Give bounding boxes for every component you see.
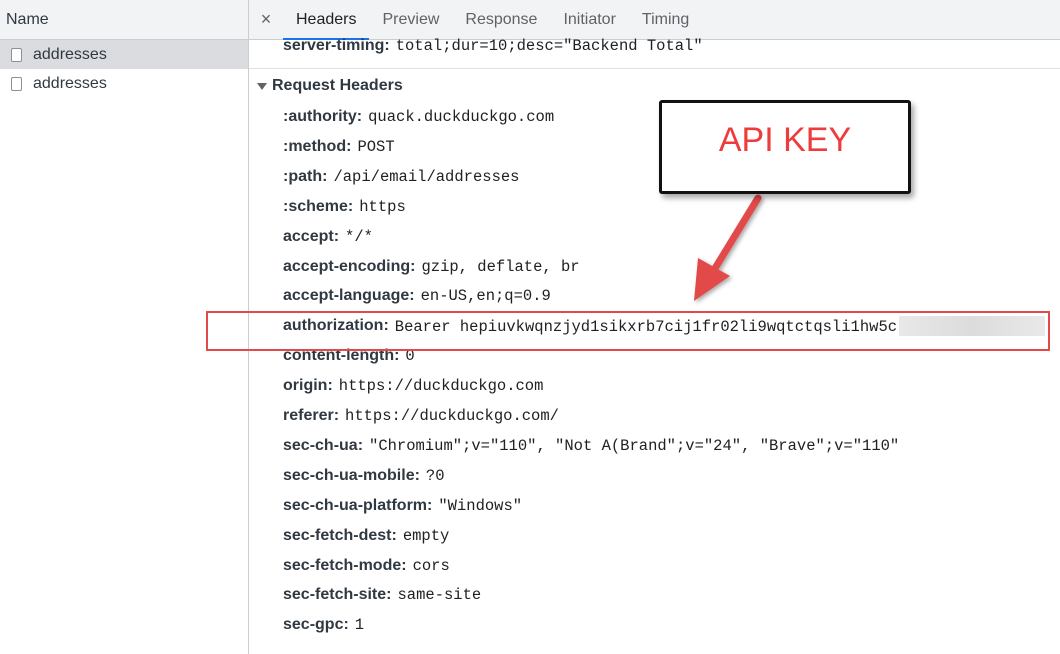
- document-icon: [11, 47, 22, 62]
- header-row: sec-ch-ua: "Chromium";v="110", "Not A(Bra…: [283, 436, 899, 456]
- section-title: Request Headers: [272, 77, 403, 94]
- tab-headers[interactable]: Headers: [283, 0, 370, 40]
- header-name: accept-language:: [283, 287, 415, 305]
- request-name: addresses: [33, 74, 107, 92]
- header-value[interactable]: https: [359, 198, 406, 216]
- header-value[interactable]: */*: [345, 228, 373, 246]
- name-column-header[interactable]: Name: [0, 0, 248, 40]
- header-row: :method: POST: [283, 137, 395, 157]
- section-divider: [249, 68, 1060, 69]
- header-name: content-length:: [283, 347, 400, 365]
- header-row: accept-encoding: gzip, deflate, br: [283, 257, 580, 277]
- document-icon: [11, 76, 22, 91]
- header-value[interactable]: 0: [405, 347, 414, 365]
- name-column-label: Name: [6, 10, 49, 28]
- header-name: accept-encoding:: [283, 257, 416, 275]
- header-value[interactable]: quack.duckduckgo.com: [368, 108, 554, 126]
- header-name: sec-ch-ua-platform:: [283, 496, 433, 514]
- redacted-blur: [899, 316, 1046, 337]
- header-value[interactable]: https://duckduckgo.com/: [345, 407, 559, 425]
- header-row: sec-fetch-dest: empty: [283, 526, 449, 546]
- details-tabbar: × Headers Preview Response Initiator Tim…: [249, 0, 1060, 40]
- callout-label: API KEY: [718, 120, 852, 159]
- header-row: sec-fetch-mode: cors: [283, 556, 450, 576]
- request-row[interactable]: addresses: [0, 69, 248, 98]
- header-row: origin: https://duckduckgo.com: [283, 376, 543, 396]
- header-name: sec-ch-ua:: [283, 436, 364, 454]
- header-value[interactable]: gzip, deflate, br: [421, 258, 579, 276]
- request-list-pane: Name addresses addresses: [0, 0, 249, 654]
- header-value[interactable]: ?0: [426, 467, 445, 485]
- header-name: origin:: [283, 377, 333, 395]
- triangle-down-icon: [257, 82, 267, 90]
- header-row: authorization: Bearer hepiuvkwqnzjyd1sikx…: [283, 316, 1046, 337]
- header-name: :path:: [283, 167, 328, 185]
- header-row: server-timing: total;dur=10;desc="Backend…: [283, 36, 703, 56]
- header-row: :authority: quack.duckduckgo.com: [283, 107, 554, 127]
- header-value[interactable]: 1: [355, 616, 364, 634]
- header-row: sec-ch-ua-platform: "Windows": [283, 496, 522, 516]
- header-row: accept-language: en-US,en;q=0.9: [283, 286, 551, 306]
- request-row[interactable]: addresses: [0, 40, 248, 69]
- tab-preview[interactable]: Preview: [369, 0, 452, 39]
- header-name: sec-fetch-dest:: [283, 526, 397, 544]
- tab-initiator[interactable]: Initiator: [550, 0, 628, 39]
- header-name: referer:: [283, 407, 340, 424]
- header-row: :scheme: https: [283, 197, 406, 217]
- request-name: addresses: [33, 45, 107, 63]
- header-name: sec-ch-ua-mobile:: [283, 466, 420, 484]
- request-details-pane: × Headers Preview Response Initiator Tim…: [249, 0, 1060, 654]
- header-row: sec-ch-ua-mobile: ?0: [283, 466, 445, 486]
- header-row: content-length: 0: [283, 346, 415, 366]
- header-name: sec-gpc:: [283, 616, 349, 634]
- header-row: sec-fetch-site: same-site: [283, 585, 481, 605]
- header-value[interactable]: "Chromium";v="110", "Not A(Brand";v="24"…: [369, 437, 899, 455]
- header-name: sec-fetch-site:: [283, 586, 392, 604]
- tab-timing[interactable]: Timing: [629, 0, 702, 39]
- header-value[interactable]: /api/email/addresses: [333, 168, 519, 186]
- header-row: :path: /api/email/addresses: [283, 167, 519, 187]
- header-value: total;dur=10;desc="Backend Total": [395, 37, 703, 55]
- header-value[interactable]: same-site: [397, 586, 481, 604]
- header-row: accept: */*: [283, 227, 373, 247]
- header-value[interactable]: Bearer hepiuvkwqnzjyd1sikxrb7cij1fr02li9…: [395, 318, 897, 336]
- header-name: :authority:: [283, 108, 363, 125]
- header-name: server-timing:: [283, 37, 390, 54]
- header-value[interactable]: en-US,en;q=0.9: [421, 287, 551, 305]
- header-row: referer: https://duckduckgo.com/: [283, 406, 559, 426]
- header-name: :scheme:: [283, 197, 354, 215]
- header-name: authorization:: [283, 317, 389, 335]
- header-name: accept:: [283, 227, 340, 245]
- api-key-callout: API KEY: [659, 100, 911, 194]
- close-icon[interactable]: ×: [249, 0, 283, 39]
- header-name: :method:: [283, 137, 352, 155]
- header-name: sec-fetch-mode:: [283, 556, 407, 574]
- tab-response[interactable]: Response: [452, 0, 550, 39]
- header-value[interactable]: empty: [403, 527, 450, 545]
- header-value[interactable]: "Windows": [438, 497, 522, 515]
- header-row: sec-gpc: 1: [283, 615, 364, 635]
- header-value[interactable]: cors: [413, 557, 450, 575]
- request-headers-toggle[interactable]: Request Headers: [257, 77, 403, 95]
- header-value[interactable]: https://duckduckgo.com: [339, 377, 544, 395]
- header-value[interactable]: POST: [357, 138, 394, 156]
